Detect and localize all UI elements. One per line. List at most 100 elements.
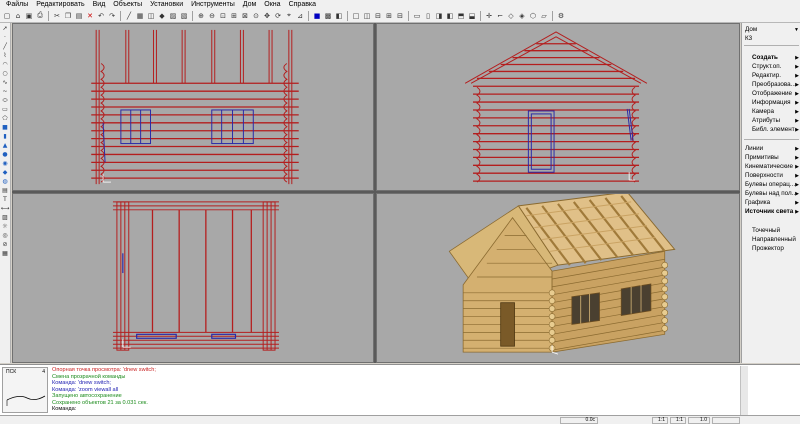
cut-icon[interactable]: ✂ [52, 11, 62, 21]
panel-transform[interactable]: Преобразова... [752, 81, 796, 89]
menu-help[interactable]: Справка [285, 0, 320, 9]
panel-info[interactable]: Информация [752, 99, 791, 107]
layout-two-icon[interactable]: ◫ [362, 11, 372, 21]
polygon-icon[interactable]: ⬠ [1, 115, 10, 123]
layout-single-icon[interactable]: □ [351, 11, 361, 21]
text-icon[interactable]: T [1, 196, 10, 204]
menu-tools[interactable]: Инструменты [187, 0, 239, 9]
print-icon[interactable]: ⎙ [35, 11, 45, 21]
light-icon[interactable]: ☼ [1, 223, 10, 231]
pan-icon[interactable]: ✥ [262, 11, 272, 21]
panel-boolean-surf[interactable]: Булевы над пол... [745, 190, 797, 198]
polyline-icon[interactable]: ⌇ [1, 52, 10, 60]
revolve-icon[interactable]: ◍ [1, 178, 10, 186]
layout-four-icon[interactable]: ⊞ [384, 11, 394, 21]
light-directional[interactable]: Направленный [752, 236, 796, 244]
panel-library[interactable]: Библ. элемент [752, 126, 795, 134]
line-tool-icon[interactable]: ╱ [1, 43, 10, 51]
perspective-icon[interactable]: ▱ [539, 11, 549, 21]
viewport-top[interactable] [12, 193, 374, 363]
rectangle-icon[interactable]: ▭ [1, 106, 10, 114]
panel-struct[interactable]: Структ.оп. [752, 63, 781, 71]
view-top-icon[interactable]: ⬒ [456, 11, 466, 21]
zoom-all-icon[interactable]: ⊞ [229, 11, 239, 21]
hatch-icon[interactable]: ▨ [1, 214, 10, 222]
menu-windows[interactable]: Окна [260, 0, 284, 9]
view-bottom-icon[interactable]: ⬓ [467, 11, 477, 21]
spline-icon[interactable]: ∿ [1, 79, 10, 87]
panel-edit[interactable]: Редактир. [752, 72, 781, 80]
zoom-out-icon[interactable]: ⊖ [207, 11, 217, 21]
panel-boolean[interactable]: Булевы операц... [745, 181, 795, 189]
panel-attributes[interactable]: Атрибуты [752, 117, 780, 125]
menu-settings[interactable]: Установки [146, 0, 187, 9]
line-icon[interactable]: ╱ [124, 11, 134, 21]
panel-house[interactable]: Дом [745, 26, 757, 34]
menu-objects[interactable]: Объекты [109, 0, 146, 9]
ucs-icon[interactable]: ⌐ [495, 11, 505, 21]
viewport-front[interactable] [12, 23, 374, 191]
rotate-view-icon[interactable]: ⟳ [273, 11, 283, 21]
color-swatch-icon[interactable]: ■ [312, 11, 322, 21]
panel-kinematic[interactable]: Кинематические [745, 163, 793, 171]
loft-icon[interactable]: ▤ [1, 187, 10, 195]
hide-icon[interactable]: ▨ [168, 11, 178, 21]
panel-light-source[interactable]: Источник света [745, 208, 793, 216]
walk-icon[interactable]: ⌖ [284, 11, 294, 21]
layers-icon[interactable]: ◫ [146, 11, 156, 21]
panel-graphics[interactable]: Графика [745, 199, 770, 207]
view-left-icon[interactable]: ◨ [434, 11, 444, 21]
arc-icon[interactable]: ◠ [1, 61, 10, 69]
camera-icon[interactable]: ◎ [1, 232, 10, 240]
panel-primitives[interactable]: Примитивы [745, 154, 779, 162]
layout-three-icon[interactable]: ⊟ [373, 11, 383, 21]
save-icon[interactable]: ▣ [24, 11, 34, 21]
grid-icon[interactable]: ▦ [135, 11, 145, 21]
panel-lines[interactable]: Линии [745, 145, 763, 153]
light-point[interactable]: Точечный [752, 227, 780, 235]
lcs-widget[interactable]: ПСК 4 [2, 367, 48, 413]
paste-icon[interactable]: ▤ [74, 11, 84, 21]
show-icon[interactable]: ▧ [179, 11, 189, 21]
panel-k3[interactable]: К3 [745, 35, 752, 43]
panel-surfaces[interactable]: Поверхности [745, 172, 783, 180]
torus-icon[interactable]: ◉ [1, 160, 10, 168]
panel-camera[interactable]: Камера [752, 108, 774, 116]
settings-icon[interactable]: ⚙ [556, 11, 566, 21]
sphere-icon[interactable]: ● [1, 151, 10, 159]
light-spot[interactable]: Прожектор [752, 245, 784, 253]
shade-icon[interactable]: ◈ [517, 11, 527, 21]
zoom-previous-icon[interactable]: ⊙ [251, 11, 261, 21]
snap-icon[interactable]: ◆ [157, 11, 167, 21]
render-icon[interactable]: ◧ [334, 11, 344, 21]
panel-display[interactable]: Отображение [752, 90, 792, 98]
curve-icon[interactable]: ~ [1, 88, 10, 96]
point-icon[interactable]: · [1, 34, 10, 42]
delete-icon[interactable]: ✕ [85, 11, 95, 21]
view-right-icon[interactable]: ◧ [445, 11, 455, 21]
panel-create[interactable]: Создать [752, 54, 778, 62]
undo-icon[interactable]: ↶ [96, 11, 106, 21]
cylinder-icon[interactable]: ▮ [1, 133, 10, 141]
viewport-3d[interactable] [376, 193, 740, 363]
zoom-extents-icon[interactable]: ⊠ [240, 11, 250, 21]
zoom-window-icon[interactable]: ⊡ [218, 11, 228, 21]
viewport-side[interactable] [376, 23, 740, 191]
ellipse-icon[interactable]: ⬭ [1, 97, 10, 105]
select-icon[interactable]: ➚ [1, 25, 10, 33]
menu-edit[interactable]: Редактировать [32, 0, 88, 9]
open-folder-icon[interactable]: ⌂ [13, 11, 23, 21]
view-back-icon[interactable]: ▯ [423, 11, 433, 21]
redo-icon[interactable]: ↷ [107, 11, 117, 21]
table-icon[interactable]: ▦ [1, 250, 10, 258]
iso-view-icon[interactable]: ◇ [506, 11, 516, 21]
chevron-down-icon[interactable]: ▼ [794, 27, 799, 33]
console-scrollbar[interactable] [740, 366, 748, 415]
extrude-icon[interactable]: ◆ [1, 169, 10, 177]
material-icon[interactable]: ▩ [323, 11, 333, 21]
circle-icon[interactable]: ○ [1, 70, 10, 78]
cone-icon[interactable]: ▲ [1, 142, 10, 150]
menu-view[interactable]: Вид [89, 0, 110, 9]
view-front-icon[interactable]: ▭ [412, 11, 422, 21]
menu-files[interactable]: Файлы [2, 0, 32, 9]
